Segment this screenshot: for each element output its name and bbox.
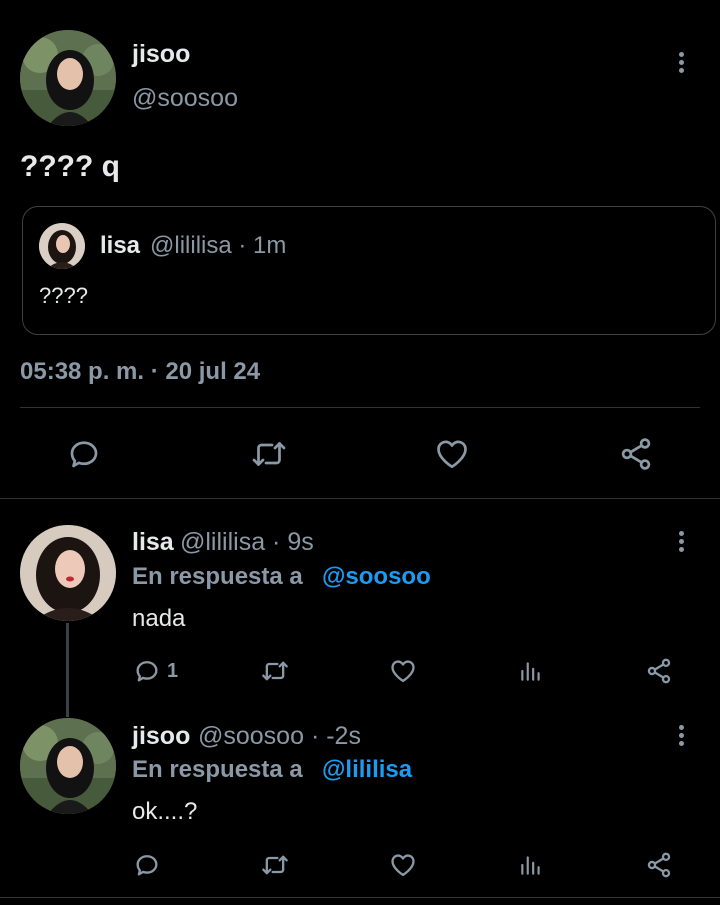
retweet-icon[interactable]: [247, 434, 291, 474]
reply-count: 1: [167, 660, 179, 682]
author-meta: @soosoo · -2s: [198, 722, 361, 750]
reply-text: ok....?: [132, 798, 198, 825]
bottom-divider: [0, 897, 720, 898]
quoted-avatar: [39, 223, 85, 269]
tweet-timestamp: 05:38 p. m. · 20 jul 24: [20, 358, 261, 385]
like-icon[interactable]: [387, 850, 419, 880]
more-options-icon[interactable]: [677, 52, 685, 76]
quoted-tweet[interactable]: lisa @lililisa · 1m ????: [22, 206, 716, 335]
section-divider: [0, 498, 720, 499]
author-name[interactable]: jisoo: [132, 722, 190, 751]
reply-icon[interactable]: [64, 434, 104, 474]
avatar[interactable]: [20, 525, 116, 621]
like-icon[interactable]: [431, 434, 473, 474]
reply-text: nada: [132, 605, 186, 632]
author-name[interactable]: jisoo: [132, 40, 190, 69]
retweet-icon[interactable]: [258, 850, 292, 880]
quoted-text: ????: [39, 283, 88, 308]
reply-icon[interactable]: [132, 850, 162, 880]
reply-prefix: En respuesta a: [132, 563, 303, 590]
avatar-photo: [20, 30, 116, 126]
avatar[interactable]: [20, 30, 116, 126]
avatar[interactable]: [20, 718, 116, 814]
more-options-icon[interactable]: [677, 725, 685, 749]
share-icon[interactable]: [616, 434, 656, 474]
more-options-icon[interactable]: [677, 531, 685, 555]
author-handle[interactable]: @soosoo: [132, 84, 238, 113]
reply-to-link[interactable]: @soosoo: [322, 563, 431, 591]
tweet-text: ???? q: [20, 150, 120, 183]
quoted-avatar-photo: [39, 223, 85, 269]
quoted-author-meta: @lililisa · 1m: [150, 232, 287, 259]
author-meta: @lililisa · 9s: [180, 528, 314, 556]
reply-to-link[interactable]: @lililisa: [322, 756, 412, 784]
quoted-author-name: lisa: [100, 232, 141, 259]
avatar-photo: [20, 525, 116, 621]
share-icon[interactable]: [644, 850, 674, 880]
author-name[interactable]: lisa: [132, 528, 174, 557]
reply-icon[interactable]: [132, 656, 162, 686]
analytics-icon[interactable]: [517, 850, 545, 880]
analytics-icon[interactable]: [517, 656, 545, 686]
reply-prefix: En respuesta a: [132, 756, 303, 783]
retweet-icon[interactable]: [258, 656, 292, 686]
like-icon[interactable]: [387, 656, 419, 686]
thread-line: [66, 623, 69, 717]
avatar-photo: [20, 718, 116, 814]
share-icon[interactable]: [644, 656, 674, 686]
timestamp-divider: [20, 407, 700, 408]
